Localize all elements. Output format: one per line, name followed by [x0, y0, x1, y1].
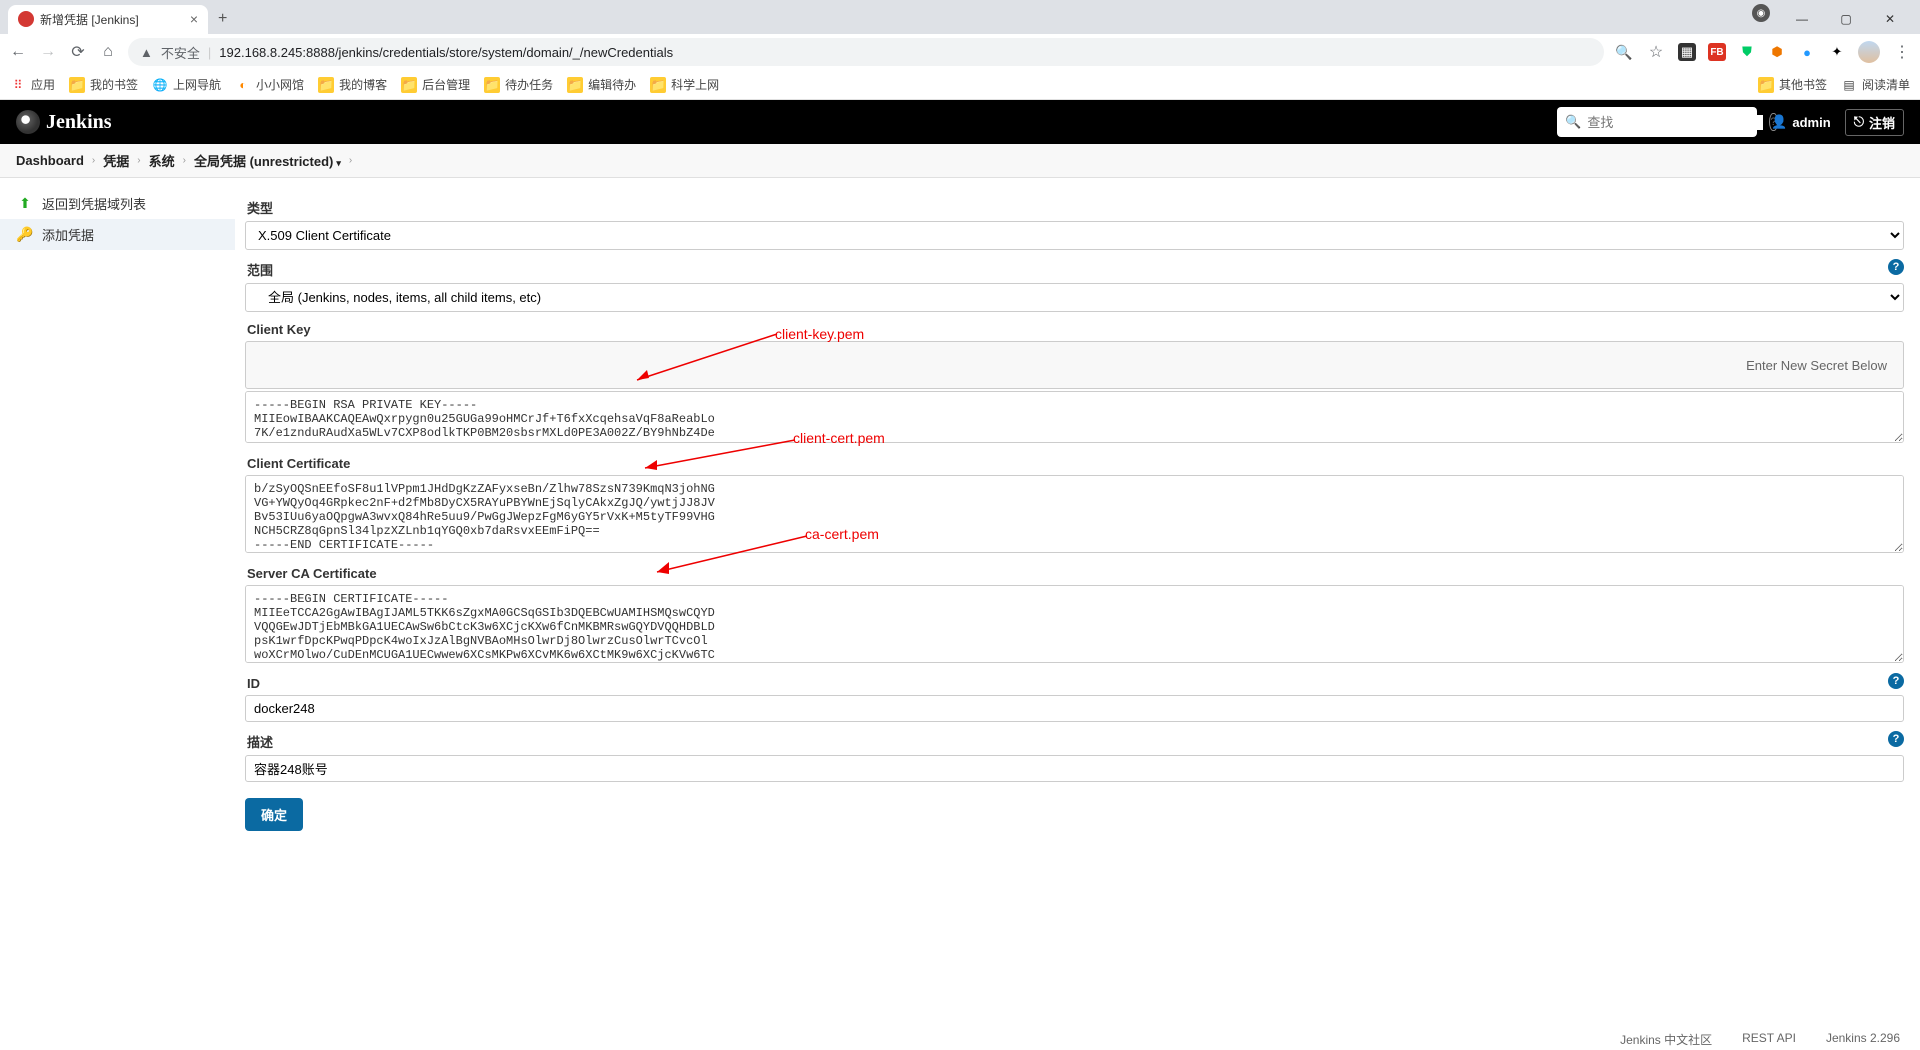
close-window-button[interactable]: ✕ [1868, 4, 1912, 34]
sidebar-add-label: 添加凭据 [42, 225, 94, 244]
search-input[interactable] [1587, 115, 1763, 130]
tab-strip: 新增凭据 [Jenkins] × + ◉ — ▢ ✕ [0, 0, 1920, 34]
menu-icon[interactable]: ⋮ [1892, 42, 1912, 62]
breadcrumb: Dashboard › 凭据 › 系统 › 全局凭据 (unrestricted… [0, 144, 1920, 178]
nav-bar: ← → ⟳ ⌂ ▲ 不安全 | 192.168.8.245:8888/jenki… [0, 34, 1920, 70]
minimize-button[interactable]: — [1780, 4, 1824, 34]
chevron-right-icon: › [183, 155, 186, 166]
profile-avatar[interactable] [1858, 41, 1880, 63]
puzzle-icon[interactable]: ✦ [1828, 43, 1846, 61]
main-form: 类型 X.509 Client Certificate 范围 ? 全局 (Jen… [235, 178, 1920, 1038]
jenkins-header: Jenkins 🔍 ? 👤 admin ⎋ 注销 [0, 100, 1920, 144]
bookmark-item[interactable]: 📁我的博客 [318, 76, 387, 93]
id-label: ID [247, 676, 260, 691]
other-bookmarks[interactable]: 📁其他书签 [1758, 76, 1827, 93]
user-link[interactable]: 👤 admin [1771, 114, 1830, 130]
profile-icon[interactable]: ◉ [1752, 4, 1770, 22]
reload-button[interactable]: ⟳ [68, 42, 88, 62]
ext-icon-5[interactable]: ● [1798, 43, 1816, 61]
server-ca-textarea[interactable] [245, 585, 1904, 663]
search-box[interactable]: 🔍 ? [1557, 107, 1757, 137]
url-text: 192.168.8.245:8888/jenkins/credentials/s… [219, 45, 673, 60]
browser-tab[interactable]: 新增凭据 [Jenkins] × [8, 5, 208, 34]
sidebar-back-label: 返回到凭据域列表 [42, 194, 146, 213]
user-icon: 👤 [1771, 114, 1787, 130]
help-icon[interactable]: ? [1888, 673, 1904, 689]
sidebar-back[interactable]: ⬆ 返回到凭据域列表 [0, 188, 235, 219]
jenkins-logo-icon [16, 110, 40, 134]
back-button[interactable]: ← [8, 42, 28, 62]
chevron-right-icon: › [137, 155, 140, 166]
maximize-button[interactable]: ▢ [1824, 4, 1868, 34]
footer-link[interactable]: REST API [1742, 1031, 1796, 1048]
key-icon: 🔑 [16, 226, 34, 244]
ext-icon-4[interactable]: ⬢ [1768, 43, 1786, 61]
bookmarks-bar: ⠿应用 📁我的书签 🌐上网导航 ◐小小网馆 📁我的博客 📁后台管理 📁待办任务 … [0, 70, 1920, 100]
jenkins-logo[interactable]: Jenkins [16, 110, 112, 134]
jenkins-body: ⬆ 返回到凭据域列表 🔑 添加凭据 类型 X.509 Client Certif… [0, 178, 1920, 1038]
crumb-domain[interactable]: 全局凭据 (unrestricted) [194, 151, 341, 170]
bookmark-item[interactable]: 📁待办任务 [484, 76, 553, 93]
search-icon[interactable]: 🔍 [1614, 42, 1634, 62]
secret-hint-box: Enter New Secret Below [245, 341, 1904, 389]
client-key-textarea[interactable] [245, 391, 1904, 443]
logout-label: 注销 [1869, 113, 1895, 132]
type-select[interactable]: X.509 Client Certificate [245, 221, 1904, 250]
forward-button[interactable]: → [38, 42, 58, 62]
bookmark-item[interactable]: ◐小小网馆 [235, 76, 304, 93]
address-bar[interactable]: ▲ 不安全 | 192.168.8.245:8888/jenkins/crede… [128, 38, 1604, 66]
bookmark-item[interactable]: 🌐上网导航 [152, 76, 221, 93]
crumb-credentials[interactable]: 凭据 [103, 151, 129, 170]
apps-button[interactable]: ⠿应用 [10, 76, 55, 93]
desc-label: 描述 [247, 732, 273, 751]
type-label: 类型 [247, 198, 1904, 217]
close-tab-icon[interactable]: × [190, 11, 198, 27]
brand-text: Jenkins [46, 111, 112, 134]
footer-link[interactable]: Jenkins 中文社区 [1620, 1031, 1712, 1048]
sidebar-add-credential[interactable]: 🔑 添加凭据 [0, 219, 235, 250]
sidebar: ⬆ 返回到凭据域列表 🔑 添加凭据 [0, 178, 235, 1038]
chevron-right-icon: › [92, 155, 95, 166]
id-input[interactable] [245, 695, 1904, 722]
bookmark-item[interactable]: 📁编辑待办 [567, 76, 636, 93]
bookmark-item[interactable]: 📁我的书签 [69, 76, 138, 93]
ext-icon-3[interactable]: ⛊ [1738, 43, 1756, 61]
crumb-dashboard[interactable]: Dashboard [16, 153, 84, 168]
browser-chrome: 新增凭据 [Jenkins] × + ◉ — ▢ ✕ ← → ⟳ ⌂ ▲ 不安全… [0, 0, 1920, 100]
search-icon: 🔍 [1565, 114, 1581, 130]
help-icon[interactable]: ? [1888, 259, 1904, 275]
submit-button[interactable]: 确定 [245, 798, 303, 831]
footer-version: Jenkins 2.296 [1826, 1031, 1900, 1048]
help-icon[interactable]: ? [1888, 731, 1904, 747]
tab-title: 新增凭据 [Jenkins] [40, 11, 139, 28]
secret-hint: Enter New Secret Below [1746, 358, 1887, 373]
crumb-system[interactable]: 系统 [149, 151, 175, 170]
scope-label: 范围 [247, 260, 273, 279]
server-ca-label: Server CA Certificate [247, 566, 1904, 581]
insecure-label: 不安全 [161, 43, 200, 62]
bookmark-item[interactable]: 📁后台管理 [401, 76, 470, 93]
bookmark-item[interactable]: 📁科学上网 [650, 76, 719, 93]
chevron-right-icon: › [349, 155, 352, 166]
reading-list[interactable]: ▤阅读清单 [1841, 76, 1910, 93]
extension-icons: 🔍 ☆ ▦ FB ⛊ ⬢ ● ✦ ⋮ [1614, 41, 1912, 63]
home-button[interactable]: ⌂ [98, 42, 118, 62]
up-arrow-icon: ⬆ [16, 195, 34, 213]
logout-button[interactable]: ⎋ 注销 [1845, 109, 1904, 136]
ext-icon-2[interactable]: FB [1708, 43, 1726, 61]
client-cert-label: Client Certificate [247, 456, 1904, 471]
insecure-icon: ▲ [140, 45, 153, 60]
new-tab-button[interactable]: + [208, 4, 237, 34]
client-key-label: Client Key [247, 322, 1904, 337]
star-icon[interactable]: ☆ [1646, 42, 1666, 62]
logout-icon: ⎋ [1854, 114, 1864, 130]
scope-select[interactable]: 全局 (Jenkins, nodes, items, all child ite… [245, 283, 1904, 312]
username: admin [1792, 115, 1830, 130]
jenkins-favicon [18, 11, 34, 27]
ext-icon-1[interactable]: ▦ [1678, 43, 1696, 61]
desc-input[interactable] [245, 755, 1904, 782]
footer: Jenkins 中文社区 REST API Jenkins 2.296 [1620, 1029, 1900, 1050]
client-cert-textarea[interactable] [245, 475, 1904, 553]
